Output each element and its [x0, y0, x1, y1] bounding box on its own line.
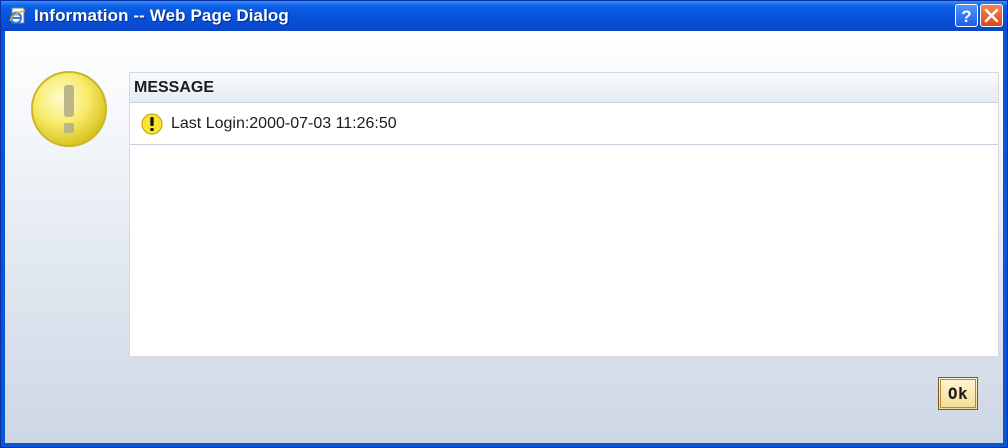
close-icon — [984, 8, 999, 23]
ok-button[interactable]: Ok — [938, 377, 978, 410]
message-panel: MESSAGE Last Login:2000-07-03 11:26:50 — [129, 72, 999, 357]
ie-page-icon — [9, 7, 27, 25]
title-bar[interactable]: Information -- Web Page Dialog ? — [1, 1, 1007, 31]
svg-text:?: ? — [961, 7, 971, 26]
warning-icon — [29, 69, 109, 149]
message-text: Last Login:2000-07-03 11:26:50 — [171, 115, 397, 132]
warning-icon — [141, 113, 163, 135]
list-item: Last Login:2000-07-03 11:26:50 — [130, 103, 998, 145]
panel-header: MESSAGE — [130, 73, 998, 103]
window-title: Information -- Web Page Dialog — [34, 6, 289, 25]
help-icon: ? — [961, 7, 971, 26]
help-button[interactable]: ? — [955, 4, 978, 27]
panel-header-label: MESSAGE — [134, 79, 215, 96]
dialog-body: MESSAGE Last Login:2000-07-03 11:26:50 O… — [5, 31, 1003, 443]
dialog-window: Information -- Web Page Dialog ? MESSAGE… — [0, 0, 1008, 448]
close-button[interactable] — [980, 4, 1003, 27]
ok-button-label: Ok — [947, 384, 969, 403]
